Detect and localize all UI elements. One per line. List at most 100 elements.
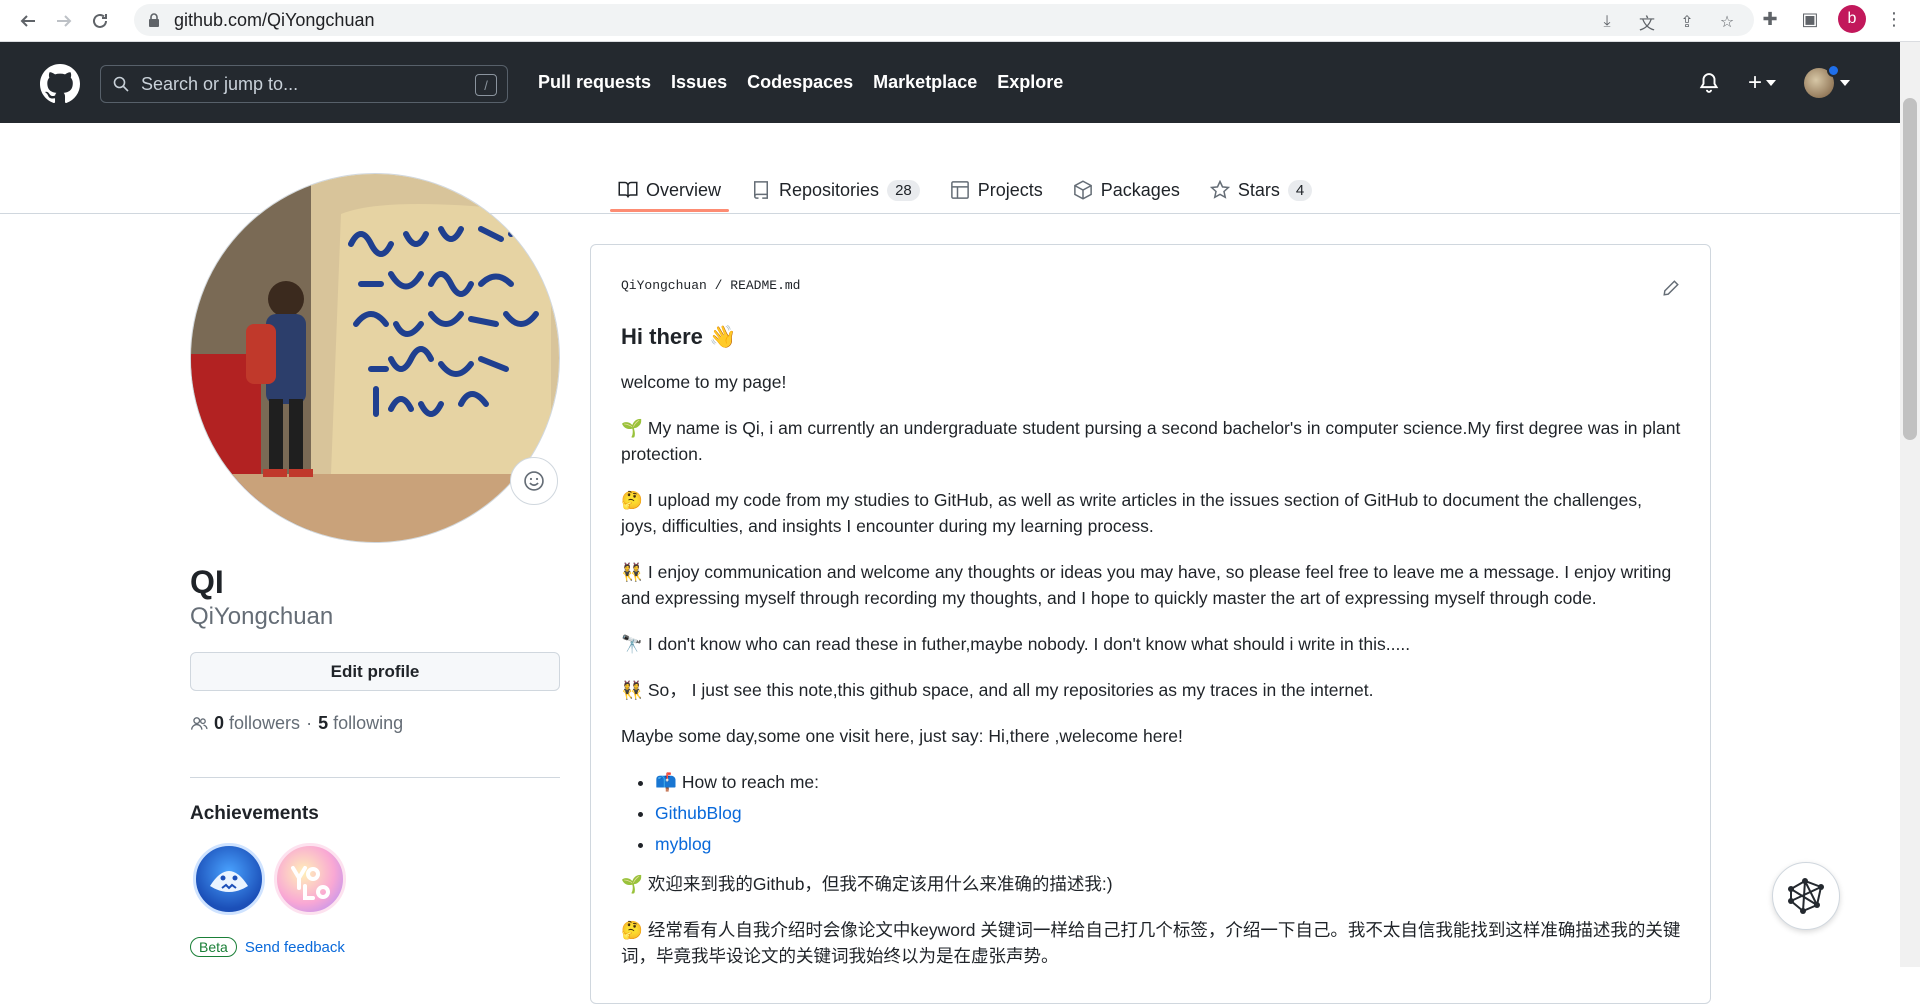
- book-icon: [618, 181, 638, 198]
- nav-issues[interactable]: Issues: [671, 72, 727, 93]
- reload-button[interactable]: [82, 3, 118, 39]
- paragraph-text: 欢迎来到我的Github，但我不确定该用什么来准确的描述我:): [647, 874, 1113, 894]
- readme-user-link[interactable]: QiYongchuan: [621, 278, 707, 293]
- achievement-shark-badge[interactable]: [193, 843, 265, 915]
- side-panel-icon[interactable]: ▣: [1798, 7, 1822, 31]
- avatar-image: [191, 174, 559, 542]
- pencil-icon[interactable]: [1662, 279, 1680, 297]
- tab-stars[interactable]: Stars 4: [1209, 168, 1313, 212]
- user-menu-dropdown[interactable]: [1804, 64, 1850, 98]
- address-bar[interactable]: github.com/QiYongchuan ⤓ 文 ⇪ ☆: [134, 4, 1754, 36]
- back-button[interactable]: [10, 3, 46, 39]
- edit-profile-button[interactable]: Edit profile: [190, 652, 560, 691]
- beta-badge: Beta: [190, 937, 237, 957]
- paragraph-text: My name is Qi, i am currently an undergr…: [621, 418, 1681, 464]
- url-text: github.com/QiYongchuan: [174, 9, 375, 30]
- tab-label: Repositories: [779, 179, 880, 200]
- seedling-icon: 🌱: [621, 874, 643, 894]
- search-shortcut-key: /: [475, 74, 497, 96]
- thinking-face-icon: 🤔: [621, 490, 643, 510]
- tab-projects[interactable]: Projects: [950, 168, 1043, 212]
- scrollbar-thumb[interactable]: [1903, 98, 1917, 440]
- paragraph-text: 经常看有人自我介绍时会像论文中keyword 关键词一样给自己打几个标签，介绍一…: [621, 920, 1681, 966]
- followers-count: 0: [214, 713, 225, 733]
- mailbox-icon: 📫: [655, 772, 677, 792]
- page-scrollbar[interactable]: [1900, 42, 1920, 967]
- yolo-icon: [291, 866, 330, 900]
- nav-explore[interactable]: Explore: [997, 72, 1063, 93]
- tab-packages[interactable]: Packages: [1073, 168, 1180, 212]
- tab-label: Projects: [977, 179, 1043, 200]
- readme-file-link[interactable]: README.md: [730, 278, 800, 293]
- arrow-right-icon: [57, 14, 72, 27]
- achievement-yolo-badge[interactable]: [274, 843, 346, 915]
- table-icon: [950, 181, 969, 199]
- arrow-left-icon: [20, 14, 35, 27]
- achievements-feedback-row: Beta Send feedback: [190, 937, 345, 957]
- nav-pull-requests[interactable]: Pull requests: [538, 72, 651, 93]
- following-link[interactable]: 5 following: [318, 713, 403, 734]
- readme-list: 📫 How to reach me: GithubBlog myblog: [655, 769, 1681, 857]
- list-item: myblog: [655, 831, 1681, 857]
- tab-label: Overview: [646, 179, 722, 200]
- avatar: [1804, 64, 1840, 98]
- readme-paragraph: 🌱 My name is Qi, i am currently an under…: [621, 415, 1681, 467]
- smiley-icon: [524, 471, 544, 491]
- separator: ·: [306, 713, 313, 733]
- list-item: GithubBlog: [655, 800, 1681, 826]
- lock-icon: [149, 13, 159, 27]
- github-logo-icon[interactable]: [40, 64, 80, 104]
- tab-label: Stars: [1237, 179, 1280, 200]
- thinking-face-icon: 🤔: [621, 920, 643, 940]
- send-feedback-link[interactable]: Send feedback: [245, 939, 345, 956]
- tab-label: Packages: [1100, 179, 1180, 200]
- browser-menu-icon[interactable]: ⋮: [1882, 7, 1906, 31]
- github-search-input[interactable]: Search or jump to... /: [100, 65, 508, 103]
- copilot-assistant-button[interactable]: [1772, 862, 1840, 930]
- readme-paragraph: welcome to my page!: [621, 372, 787, 392]
- path-separator: /: [714, 278, 723, 293]
- extensions-icon[interactable]: ✚: [1758, 7, 1782, 31]
- translate-icon[interactable]: 文: [1636, 11, 1658, 33]
- plus-icon: +: [1747, 69, 1762, 96]
- share-icon[interactable]: ⇪: [1676, 11, 1698, 33]
- nav-marketplace[interactable]: Marketplace: [873, 72, 977, 93]
- package-icon: [1073, 180, 1092, 200]
- tab-overview[interactable]: Overview: [609, 168, 730, 212]
- browser-toolbar: github.com/QiYongchuan ⤓ 文 ⇪ ☆ ✚ ▣ b ⋮: [0, 0, 1920, 42]
- github-top-nav: Pull requests Issues Codespaces Marketpl…: [538, 72, 1063, 93]
- create-new-dropdown[interactable]: +: [1748, 69, 1776, 97]
- tab-repositories[interactable]: Repositories 28: [751, 168, 920, 212]
- search-placeholder: Search or jump to...: [141, 73, 299, 94]
- people-icon: 👯: [621, 680, 643, 700]
- readme-paragraph: Maybe some day,some one visit here, just…: [621, 726, 1183, 746]
- nav-codespaces[interactable]: Codespaces: [747, 72, 853, 93]
- readme-heading: Hi there 👋: [621, 324, 737, 349]
- people-icon: 👯: [621, 562, 643, 582]
- sidebar-divider: [190, 777, 560, 778]
- bookmark-star-icon[interactable]: ☆: [1716, 11, 1738, 33]
- shark-icon: [210, 871, 248, 892]
- myblog-link[interactable]: myblog: [655, 834, 711, 854]
- reload-icon: [93, 13, 107, 28]
- install-icon[interactable]: ⤓: [1596, 11, 1618, 33]
- following-label: following: [333, 713, 404, 733]
- readme-paragraph: 🤔 I upload my code from my studies to Gi…: [621, 487, 1681, 539]
- set-status-button[interactable]: [510, 457, 558, 505]
- profile-avatar[interactable]: [190, 173, 560, 543]
- telescope-icon: 🔭: [621, 634, 643, 654]
- browser-profile-avatar[interactable]: b: [1838, 5, 1866, 33]
- readme-card: QiYongchuan / README.md Hi there 👋 welco…: [590, 244, 1711, 1004]
- network-icon: [1788, 878, 1824, 914]
- follow-stats: 0 followers · 5 following: [190, 713, 403, 734]
- notifications-bell-icon[interactable]: [1698, 71, 1720, 95]
- readme-path: QiYongchuan / README.md: [621, 278, 800, 293]
- forward-button[interactable]: [46, 3, 82, 39]
- repo-icon: [754, 181, 769, 199]
- list-item: 📫 How to reach me:: [655, 769, 1681, 795]
- achievements-heading: Achievements: [190, 803, 319, 824]
- followers-link[interactable]: 0 followers: [214, 713, 300, 734]
- readme-content: Hi there 👋 welcome to my page! 🌱 My name…: [621, 323, 1681, 989]
- githubblog-link[interactable]: GithubBlog: [655, 803, 742, 823]
- paragraph-text: I enjoy communication and welcome any th…: [621, 562, 1672, 608]
